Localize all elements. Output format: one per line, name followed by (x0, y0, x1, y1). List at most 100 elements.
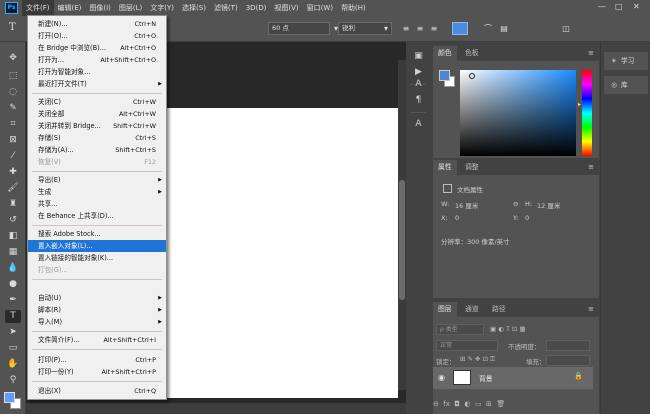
paragraph-icon[interactable]: ¶ (412, 94, 425, 107)
maximize-icon[interactable]: □ (615, 2, 623, 11)
character-panel-icon[interactable]: ▤ (498, 22, 510, 35)
menu-file[interactable]: 文件(F) (22, 0, 54, 16)
menu-type[interactable]: 文字(Y) (146, 0, 178, 16)
blend-mode-select[interactable]: 正常 (436, 340, 498, 351)
clone-stamp-icon[interactable]: ♜ (5, 198, 21, 211)
menu-item-automate[interactable]: 自动(U) ▶ (28, 292, 166, 304)
marquee-tool-icon[interactable]: ⬚ (5, 70, 21, 83)
menu-item-recent-files[interactable]: 最近打开文件(T) ▶ (28, 78, 166, 90)
type-tool-icon[interactable]: T (5, 310, 21, 323)
fx-icon[interactable]: fx (443, 400, 450, 408)
close-icon[interactable]: ✕ (633, 2, 640, 11)
link-layers-icon[interactable]: ⊖ (433, 400, 439, 408)
adjustment-icon[interactable]: ◐ (464, 400, 470, 408)
fill-input[interactable] (546, 355, 590, 366)
link-icon[interactable]: ⊖ (513, 200, 518, 208)
hue-slider[interactable] (582, 70, 592, 156)
text-color-swatch[interactable] (452, 22, 468, 35)
tab-channels[interactable]: 通道 (460, 302, 484, 317)
menu-item-share-behance[interactable]: 在 Behance 上共享(D)... (28, 210, 166, 222)
menu-item-open[interactable]: 打开(O)... Ctrl+O (28, 30, 166, 42)
menu-item-browse-bridge[interactable]: 在 Bridge 中浏览(B)... Alt+Ctrl+O (28, 42, 166, 54)
y-value[interactable]: 0 (525, 214, 529, 222)
panel-menu-icon[interactable]: ≡ (588, 49, 594, 57)
healing-brush-icon[interactable]: ✚ (5, 166, 21, 179)
history-brush-icon[interactable]: ↺ (5, 214, 21, 227)
history-icon[interactable]: ▣ (412, 50, 425, 63)
menu-item-open-as[interactable]: 打开为... Alt+Shift+Ctrl+O (28, 54, 166, 66)
panel-menu-icon[interactable]: ≡ (588, 305, 594, 313)
fg-bg-colors[interactable] (4, 392, 22, 410)
menu-item-import[interactable]: 导入(M) ▶ (28, 316, 166, 328)
menu-item-exit[interactable]: 退出(X) Ctrl+Q (28, 385, 166, 397)
menu-item-save[interactable]: 存储(S) Ctrl+S (28, 132, 166, 144)
mask-icon[interactable]: ◘ (454, 400, 460, 408)
quick-select-icon[interactable]: ✎ (5, 102, 21, 115)
menu-filter[interactable]: 滤镜(T) (210, 0, 242, 16)
move-tool-icon[interactable]: ✥ (5, 52, 21, 65)
dodge-tool-icon[interactable]: ● (5, 278, 21, 291)
color-picker-ring[interactable] (469, 73, 475, 79)
menu-item-scripts[interactable]: 脚本(R) ▶ (28, 304, 166, 316)
height-value[interactable]: 12 厘米 (537, 200, 560, 210)
x-value[interactable]: 0 (455, 214, 459, 222)
menu-item-close-to-bridge[interactable]: 关闭并转到 Bridge... Shift+Ctrl+W (28, 120, 166, 132)
crop-tool-icon[interactable]: ⌗ (5, 118, 21, 131)
lasso-tool-icon[interactable]: ◌ (5, 86, 21, 99)
eyedropper-icon[interactable]: ⁄ (5, 150, 21, 163)
menu-image[interactable]: 图像(I) (85, 0, 115, 16)
tab-color[interactable]: 颜色 (433, 46, 457, 61)
pen-tool-icon[interactable]: ✒ (5, 294, 21, 307)
foreground-color[interactable] (4, 392, 15, 403)
brush-tool-icon[interactable]: 🖌 (5, 182, 21, 195)
menu-help[interactable]: 帮助(H) (337, 0, 370, 16)
character-icon[interactable]: A (412, 78, 425, 91)
new-layer-icon[interactable]: ⊞ (486, 400, 492, 408)
menu-window[interactable]: 窗口(W) (303, 0, 337, 16)
trash-icon[interactable]: 🗑 (496, 400, 505, 408)
panel-menu-icon[interactable]: ≡ (588, 163, 594, 171)
hand-tool-icon[interactable]: ✋ (5, 358, 21, 371)
menu-item-generate[interactable]: 生成 ▶ (28, 186, 166, 198)
layer-name[interactable]: 背景 (479, 373, 493, 383)
menu-item-print[interactable]: 打印(P)... Ctrl+P (28, 354, 166, 366)
menu-layer[interactable]: 图层(L) (115, 0, 146, 16)
tab-swatches[interactable]: 色板 (460, 46, 484, 61)
minimize-icon[interactable]: — (598, 2, 606, 11)
font-size-select[interactable]: 60 点 (268, 22, 330, 35)
menu-item-print-one[interactable]: 打印一份(Y) Alt+Shift+Ctrl+P (28, 366, 166, 378)
document-canvas[interactable] (166, 108, 398, 398)
align-right-icon[interactable]: ≡ (428, 22, 440, 35)
layer-filter-icons[interactable]: ▣ ◐ T ⊡ ▦ (490, 325, 526, 333)
rectangle-tool-icon[interactable]: ▭ (5, 342, 21, 355)
lock-options-icons[interactable]: ⊞ ✎ ✥ ⊡ ⚿ (460, 355, 495, 364)
align-center-icon[interactable]: ≡ (414, 22, 426, 35)
tab-adjustments[interactable]: 调整 (460, 160, 484, 175)
glyphs-icon[interactable]: A (412, 118, 425, 131)
menu-3d[interactable]: 3D(D) (242, 0, 271, 16)
hue-marker-icon[interactable]: ▸ (578, 101, 581, 108)
align-left-icon[interactable]: ≡ (400, 22, 412, 35)
layer-row-background[interactable]: ◉ 背景 🔒 (433, 367, 593, 389)
path-select-icon[interactable]: ➤ (5, 326, 21, 339)
foreground-swatch[interactable] (439, 70, 450, 81)
zoom-tool-icon[interactable]: ⚲ (5, 374, 21, 387)
menu-item-file-info[interactable]: 文件简介(F)... Alt+Shift+Ctrl+I (28, 334, 166, 346)
tab-layers[interactable]: 图层 (433, 302, 457, 317)
dock-learn[interactable]: ☀ 学习 (604, 52, 648, 70)
gradient-tool-icon[interactable]: ▦ (5, 246, 21, 259)
3d-icon[interactable]: ◫ (560, 22, 572, 35)
menu-item-open-smart-object[interactable]: 打开为智能对象... (28, 66, 166, 78)
menu-item-save-as[interactable]: 存储为(A)... Shift+Ctrl+S (28, 144, 166, 156)
menu-item-close[interactable]: 关闭(C) Ctrl+W (28, 96, 166, 108)
menu-item-share[interactable]: 共享... (28, 198, 166, 210)
frame-tool-icon[interactable]: ⊠ (5, 134, 21, 147)
opacity-input[interactable] (546, 340, 590, 351)
eye-icon[interactable]: ◉ (438, 373, 445, 382)
dock-library[interactable]: ◎ 库 (604, 76, 648, 94)
width-value[interactable]: 16 厘米 (455, 200, 478, 210)
menu-item-export[interactable]: 导出(E) ▶ (28, 174, 166, 186)
menu-item-place-embedded[interactable]: 置入嵌入对象(L)... (28, 240, 166, 252)
scroll-thumb[interactable] (399, 180, 405, 300)
menu-edit[interactable]: 编辑(E) (54, 0, 86, 16)
